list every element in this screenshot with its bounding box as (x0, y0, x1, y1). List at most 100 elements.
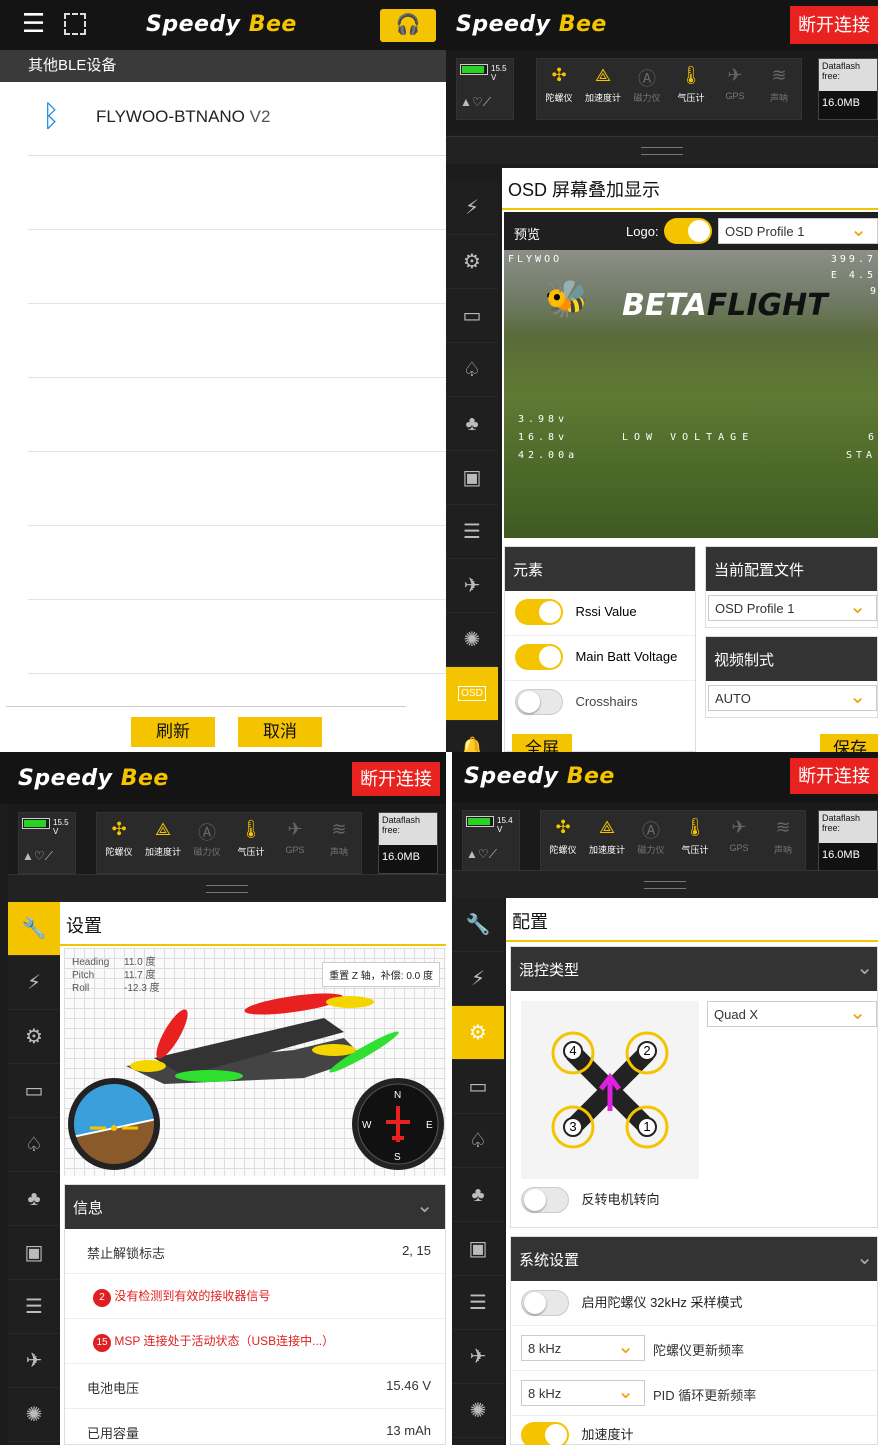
sidebar-item-modes[interactable]: ☰ (446, 505, 498, 559)
satellite-icon: ✈ (25, 1350, 43, 1372)
sidebar-item-motors[interactable]: ✺ (446, 613, 498, 667)
sidebar-item-pid[interactable]: ♣ (446, 397, 498, 451)
sidebar-item-osd[interactable]: OSD (446, 667, 498, 721)
acc-row: 加速度计 (511, 1416, 877, 1445)
sidebar-item-power[interactable]: ▭ (452, 1060, 504, 1114)
dataflash-value: 16.0MB (382, 851, 420, 863)
sidebar-item-receiver[interactable]: ▣ (8, 1226, 60, 1280)
video-format-select[interactable]: AUTO (708, 684, 877, 711)
gyro-rate-row: 8 kHz 陀螺仪更新频率 (511, 1326, 877, 1371)
sidebar-item-setup[interactable]: 🔧 (8, 902, 60, 956)
save-button[interactable]: 保存 (820, 734, 878, 752)
bluetooth-icon: ᛒ (42, 100, 60, 133)
cancel-button[interactable]: 取消 (238, 717, 322, 747)
headset-button[interactable]: 🎧 (380, 9, 436, 42)
gyro-rate-select[interactable]: 8 kHz (521, 1334, 645, 1361)
sidebar-item-blackbox[interactable]: 🔔 (446, 721, 498, 752)
crosshairs-toggle[interactable] (515, 689, 563, 715)
disconnect-button[interactable]: 断开连接 (790, 758, 878, 794)
disconnect-button[interactable]: 断开连接 (352, 762, 440, 796)
gear-icon: ⚙ (25, 1026, 43, 1048)
parachute-icon: ♤ (463, 359, 481, 381)
logo-toggle[interactable] (664, 218, 712, 244)
osd-profile-select[interactable]: OSD Profile 1 (708, 594, 877, 621)
drawer-handle[interactable] (452, 870, 878, 898)
sidebar-item-failsafe[interactable]: ♤ (8, 1118, 60, 1172)
svg-text:S: S (394, 1152, 401, 1163)
sidebar-item-motors[interactable]: ✺ (8, 1388, 60, 1442)
sidebar-item-motors[interactable]: ✺ (452, 1384, 504, 1438)
battery-icon (466, 816, 494, 827)
sidebar-item-receiver[interactable]: ▣ (446, 451, 498, 505)
info-row: 15 MSP 连接处于活动状态（USB连接中...） (65, 1319, 445, 1364)
mixer-type-select[interactable]: Quad X (707, 1000, 877, 1027)
sensor-sonar: ≋ 声呐 (317, 813, 361, 873)
preview-profile-select[interactable]: OSD Profile 1 (718, 217, 878, 244)
reverse-motor-toggle[interactable] (521, 1187, 569, 1213)
sensor-baro-label: 气压计 (677, 93, 705, 103)
sidebar-item-pid[interactable]: ♣ (452, 1168, 504, 1222)
error-badge: 2 (93, 1289, 111, 1307)
accel-icon: ⟁ (154, 819, 172, 839)
batt-voltage-toggle[interactable] (515, 644, 563, 670)
sidebar-item-gps[interactable]: ✈ (452, 1330, 504, 1384)
setup-panel: Speedy Bee 断开连接 15.5 V ▲♡⟋ ✣ 陀螺仪 ⟁ 加速度计 Ⓐ 磁力… (0, 752, 446, 1445)
battery-widget: 15.5 V ▲♡⟋ (456, 58, 514, 120)
headset-icon: 🎧 (395, 14, 421, 36)
sidebar-item-failsafe[interactable]: ♤ (446, 343, 498, 397)
sidebar-item-config[interactable]: ⚙ (452, 1006, 504, 1060)
sidebar-item-ports[interactable]: ⚡ (452, 952, 504, 1006)
sidebar-item-receiver[interactable]: ▣ (452, 1222, 504, 1276)
info-label: 已用容量 (87, 1426, 140, 1441)
sensor-mag: Ⓐ 磁力仪 (629, 811, 673, 871)
drawer-handle[interactable] (446, 136, 878, 164)
accel-icon: ⟁ (598, 817, 616, 837)
sensor-baro: 🌡 气压计 (229, 813, 273, 873)
baro-icon: 🌡 (679, 65, 703, 85)
sidebar-item-gps[interactable]: ✈ (446, 559, 498, 613)
system-header[interactable]: 系统设置 ⌄ (511, 1237, 877, 1281)
sidebar-item-setup[interactable]: 🔧 (452, 898, 504, 952)
sidebar-item-config[interactable]: ⚙ (8, 1010, 60, 1064)
info-row: 禁止解锁标志 2, 15 (65, 1229, 445, 1274)
ble-device-item[interactable]: ᛒ FLYWOO-BTNANO V2 (28, 82, 446, 156)
page-title: 设置 (60, 902, 446, 946)
sensor-bar: ✣ 陀螺仪 ⟁ 加速度计 Ⓐ 磁力仪 🌡 气压计 ✈ GPS ≋ 声呐 (540, 810, 806, 872)
sensor-mag-label: 磁力仪 (633, 93, 661, 103)
radio-icon: ▣ (468, 1238, 488, 1260)
brand-name-b: Bee (558, 12, 607, 37)
accelerometer-toggle[interactable] (521, 1422, 569, 1445)
osd-brand-beta: BETA (622, 288, 707, 323)
sidebar-item-ports[interactable]: ⚡ (446, 181, 498, 235)
sidebar-item-config[interactable]: ⚙ (446, 235, 498, 289)
pid-rate-label: PID 循环更新频率 (653, 1388, 757, 1403)
sensor-accel: ⟁ 加速度计 (585, 811, 629, 871)
sidebar-item-ports[interactable]: ⚡ (8, 956, 60, 1010)
error-badge: 15 (93, 1334, 111, 1352)
sidebar-item-pid[interactable]: ♣ (8, 1172, 60, 1226)
refresh-button[interactable]: 刷新 (131, 717, 215, 747)
sidebar-item-power[interactable]: ▭ (8, 1064, 60, 1118)
sidebar-item-failsafe[interactable]: ♤ (452, 1114, 504, 1168)
error-text: MSP 连接处于活动状态（USB连接中...） (114, 1334, 335, 1348)
sensor-accel-label: 加速度计 (588, 845, 625, 855)
sidebar-item-power[interactable]: ▭ (446, 289, 498, 343)
mixer-header[interactable]: 混控类型 ⌄ (511, 947, 877, 991)
sidebar-item-modes[interactable]: ☰ (8, 1280, 60, 1334)
info-header[interactable]: 信息 ⌄ (65, 1185, 445, 1229)
fullscreen-button[interactable]: 全屏 (512, 734, 572, 752)
rssi-toggle[interactable] (515, 599, 563, 625)
osd-craft-name: FLYWOO (508, 254, 563, 265)
drawer-handle[interactable] (8, 874, 446, 902)
pid-rate-select[interactable]: 8 kHz (521, 1379, 645, 1406)
motor-icon: ✺ (469, 1400, 487, 1422)
gyro32-toggle[interactable] (521, 1290, 569, 1316)
disconnect-button[interactable]: 断开连接 (790, 6, 878, 44)
gear-icon: ⚙ (469, 1022, 487, 1044)
battery-voltage: 15.5 V (491, 64, 507, 82)
scan-icon[interactable] (64, 13, 86, 35)
sidebar-item-modes[interactable]: ☰ (452, 1276, 504, 1330)
plug-icon: ⚡ (464, 197, 480, 219)
menu-icon[interactable]: ☰ (22, 8, 45, 39)
sidebar-item-gps[interactable]: ✈ (8, 1334, 60, 1388)
